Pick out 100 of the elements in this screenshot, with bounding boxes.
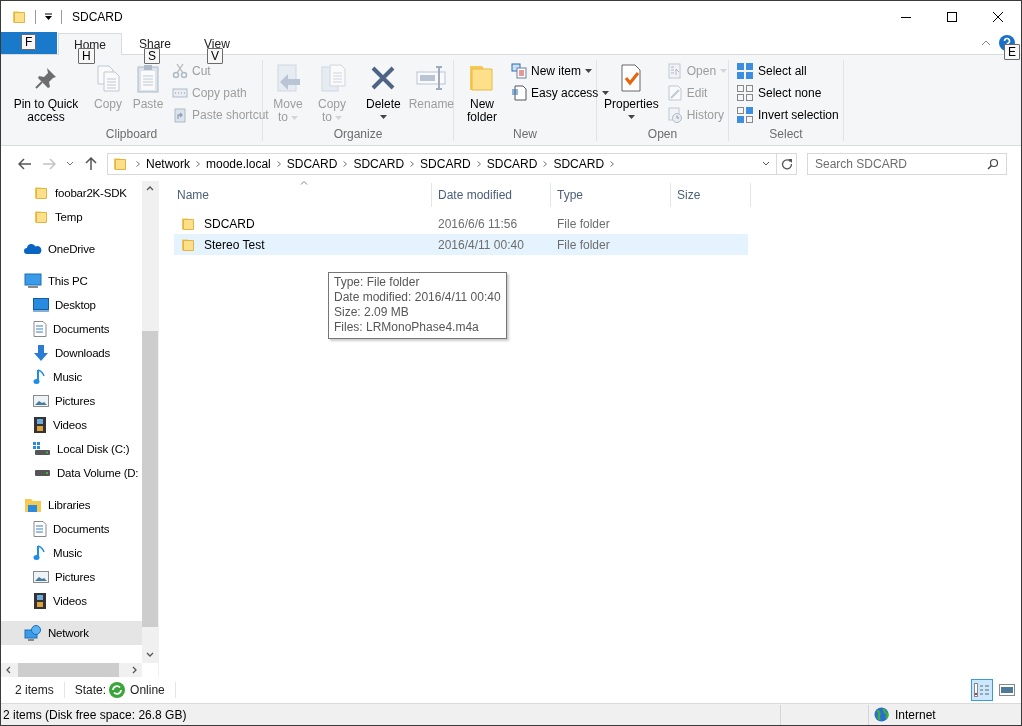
group-label: Select [768, 126, 804, 142]
nav-pane-item[interactable]: This PC [1, 269, 142, 293]
chevron-up-icon [981, 40, 991, 46]
computer-icon [24, 273, 42, 289]
nav-pane-item[interactable]: foobar2K-SDK [1, 181, 142, 205]
state-label: State: [74, 683, 107, 697]
nav-pane-item[interactable]: Music [1, 541, 142, 565]
folder-icon [33, 185, 49, 201]
chevron-right-icon [408, 159, 417, 168]
nav-pane-item[interactable]: Videos [1, 413, 142, 437]
invert-selection-icon [736, 106, 754, 124]
column-header[interactable]: Type [551, 183, 671, 207]
chevron-right-icon [341, 159, 350, 168]
up-arrow-icon [85, 156, 97, 171]
select-none-icon [736, 84, 754, 102]
ribbon-button[interactable]: Select none [733, 82, 842, 104]
drive-icon [33, 442, 51, 456]
nav-pane-item[interactable]: Local Disk (C:) [1, 437, 142, 461]
address-bar[interactable]: Network moode.local SDCARD SDCARD SDCARD SDCARD SDCARD [107, 152, 797, 175]
breadcrumb[interactable]: SDCARD [416, 156, 475, 171]
file-name: Stereo Test [204, 237, 265, 252]
breadcrumb[interactable]: SDCARD [482, 156, 542, 171]
breadcrumb[interactable]: SDCARD [549, 156, 609, 171]
dropdown-caret-icon [602, 91, 610, 95]
nav-pane-item[interactable]: Music [1, 365, 142, 389]
breadcrumb[interactable]: Network [142, 156, 194, 171]
column-header[interactable]: Size [671, 183, 751, 207]
group-label: Open [646, 126, 679, 142]
nav-pane-item[interactable]: Libraries [1, 493, 142, 517]
key-tip: V [207, 48, 224, 64]
details-view-button[interactable] [971, 679, 993, 701]
collapse-ribbon-button[interactable] [981, 40, 991, 46]
nav-pane-item[interactable]: Desktop [1, 293, 142, 317]
nav-pane-item[interactable]: Documents [1, 517, 142, 541]
document-icon [33, 521, 47, 537]
tooltip-line: Date modified: 2016/4/11 00:40 [334, 290, 501, 305]
breadcrumb[interactable]: moode.local [202, 156, 275, 171]
nav-pane-item[interactable]: Pictures [1, 565, 142, 589]
folder-icon [33, 209, 49, 225]
tooltip-line: Size: 2.09 MB [334, 305, 410, 320]
new-item-icon [511, 63, 527, 79]
monitor-icon [33, 298, 49, 312]
film-icon [33, 417, 47, 433]
file-type: File folder [557, 237, 610, 252]
picture-icon [33, 394, 49, 408]
nav-pane-item[interactable]: Pictures [1, 389, 142, 413]
state-value: Online [130, 683, 165, 697]
key-tip: H [78, 48, 95, 64]
scissors-icon [172, 63, 188, 79]
back-arrow-icon [18, 157, 32, 170]
chevron-right-icon [274, 159, 283, 168]
film-icon [33, 593, 47, 609]
zone-label: Internet [895, 707, 936, 722]
edit-icon [666, 85, 683, 101]
chevron-right-icon [194, 159, 202, 168]
cloud-icon [24, 243, 42, 255]
group-label: New [512, 126, 538, 142]
horizontal-scrollbar[interactable] [1, 663, 142, 677]
forward-arrow-icon [42, 157, 56, 170]
breadcrumb[interactable]: SDCARD [349, 156, 409, 171]
vertical-scrollbar[interactable] [142, 181, 158, 663]
ribbon-button[interactable]: Delete [363, 60, 404, 121]
date-modified: 2016/4/11 00:40 [438, 237, 524, 252]
quick-access-dropdown-icon [44, 12, 53, 21]
globe-icon [874, 707, 889, 722]
nav-pane-item[interactable]: OneDrive [1, 237, 142, 261]
key-tip: F [21, 34, 37, 50]
dropdown-caret-icon [585, 69, 592, 73]
chevron-right-icon [541, 159, 550, 168]
search-field[interactable]: Search SDCARD [807, 152, 1007, 175]
key-tip: E [1004, 44, 1020, 60]
group-label: Clipboard [104, 126, 159, 142]
select-all-icon [736, 62, 754, 80]
nav-pane-item[interactable]: Data Volume (D: [1, 461, 142, 485]
nav-pane-item[interactable]: Videos [1, 589, 142, 613]
nav-pane-item[interactable]: Temp [1, 205, 142, 229]
music-note-icon [33, 545, 47, 561]
nav-pane-item[interactable]: Documents [1, 317, 142, 341]
drive-icon [33, 469, 51, 477]
chevron-down-icon [66, 160, 74, 167]
item-count: 2 items [15, 683, 54, 697]
document-icon [33, 321, 47, 337]
breadcrumb[interactable]: SDCARD [282, 156, 342, 171]
nav-pane-item[interactable]: Downloads [1, 341, 142, 365]
ribbon-button[interactable]: Select all [733, 60, 842, 82]
dropdown-caret-icon [291, 115, 298, 120]
ribbon-button[interactable]: Invert selection [733, 104, 842, 126]
dropdown-caret-icon [379, 115, 387, 119]
date-modified: 2016/6/6 11:56 [438, 216, 518, 231]
ribbon-button[interactable]: New folder [458, 60, 506, 126]
picture-icon [33, 570, 49, 584]
column-header[interactable]: Name [174, 183, 432, 207]
column-header[interactable]: Date modified [432, 183, 551, 207]
nav-pane-item[interactable]: Network [1, 621, 142, 645]
tooltip-line: Files: LRMonoPhase4.m4a [334, 320, 480, 335]
file-row[interactable]: Stereo Test 2016/4/11 00:40 File folder [174, 234, 748, 255]
shortcut-icon [172, 107, 188, 123]
file-row[interactable]: SDCARD 2016/6/6 11:56 File folder [174, 213, 748, 234]
library-icon [24, 497, 42, 513]
details-view-icon [974, 683, 990, 697]
